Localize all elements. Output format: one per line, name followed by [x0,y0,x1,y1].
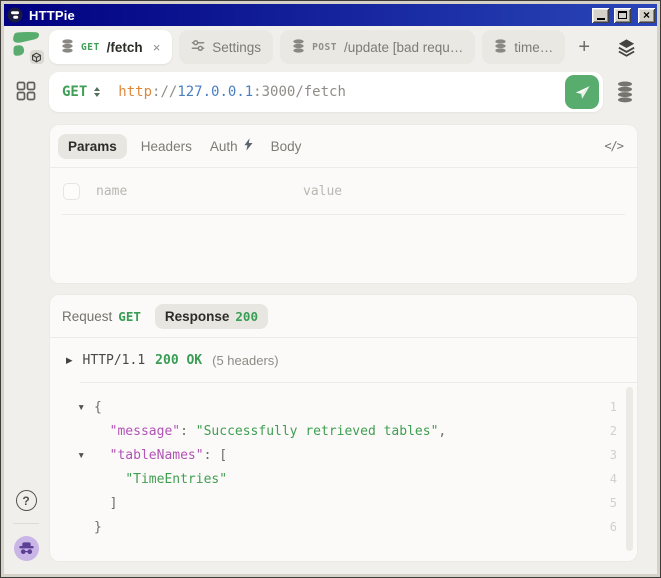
tab-headers[interactable]: Headers [137,134,196,159]
response-panel: Request GET Response 200 ▶ HTTP/1.1 200 … [49,294,638,562]
tab-response[interactable]: Response 200 [155,304,268,329]
expand-headers-icon[interactable]: ▶ [66,355,73,366]
json-line-3: ▼ "tableNames": [ 3 [50,443,637,467]
tab-params[interactable]: Params [58,134,127,159]
user-avatar-incognito-icon[interactable] [14,536,39,561]
tab-method-label: POST [312,42,337,53]
tab-get-fetch[interactable]: GET /fetch × [49,30,172,64]
response-body: ▼ { 1 "message": "Successfully retrieved… [50,383,637,539]
tab-auth[interactable]: Auth [206,133,257,159]
param-checkbox[interactable] [63,183,80,200]
minimize-icon [597,18,605,20]
updown-arrows-icon [94,87,100,97]
method-dropdown[interactable]: GET [62,84,100,100]
tab-title: Settings [212,40,261,55]
lightning-bolt-icon [244,138,253,154]
response-status-line: ▶ HTTP/1.1 200 OK (5 headers) [50,338,637,382]
tab-request[interactable]: Request GET [58,304,145,329]
status-code: 200 OK [155,353,202,368]
json-line-4: "TimeEntries" 4 [50,467,637,491]
database-icon [494,39,507,56]
send-button[interactable] [565,75,599,109]
fold-toggle-icon[interactable]: ▼ [77,450,94,460]
response-panel-tabs: Request GET Response 200 [50,295,637,337]
json-line-6: } 6 [50,515,637,539]
app-body: ? GET /fetch × Settings [4,26,657,574]
close-window-button[interactable]: × [638,8,655,23]
left-rail: ? [4,26,48,574]
tab-settings[interactable]: Settings [179,30,273,64]
httpie-window-icon [7,7,23,23]
rail-divider [13,523,39,524]
divider [62,214,625,215]
code-view-icon[interactable]: </> [604,139,623,153]
help-icon[interactable]: ? [16,490,37,511]
tab-title: time… [514,40,553,55]
maximize-icon [618,11,627,19]
app-window: HTTPie × ? [0,0,661,578]
headers-count: (5 headers) [212,353,278,368]
layers-icon[interactable] [617,38,638,57]
method-value: GET [62,84,87,100]
tab-method-label: GET [81,42,100,53]
tab-bar: GET /fetch × Settings POST /update [bad … [49,30,638,64]
tab-body[interactable]: Body [267,134,306,159]
maximize-button[interactable] [614,8,631,23]
settings-sliders-icon [191,39,205,55]
url-input[interactable]: http://127.0.0.1:3000/fetch [118,84,565,100]
tab-time[interactable]: time… [482,30,565,64]
request-panel: Params Headers Auth Body </> name value [49,124,638,284]
database-stack-icon[interactable] [612,81,638,103]
json-line-5: ] 5 [50,491,637,515]
response-scrollbar[interactable] [626,387,633,551]
new-tab-button[interactable]: + [572,37,596,57]
json-line-1: ▼ { 1 [50,395,637,419]
database-icon [292,39,305,56]
param-value-input[interactable]: value [303,184,342,199]
param-name-input[interactable]: name [96,184,303,199]
database-icon [61,39,74,56]
workspace-grid-icon[interactable] [16,81,36,101]
tab-title: /fetch [107,40,143,55]
http-version: HTTP/1.1 [83,353,146,368]
request-panel-tabs: Params Headers Auth Body </> [50,125,637,167]
httpie-logo [10,29,43,63]
tab-post-update[interactable]: POST /update [bad requ… [280,30,475,64]
close-tab-icon[interactable]: × [153,41,161,54]
fold-toggle-icon[interactable]: ▼ [77,402,94,412]
param-row: name value [50,168,637,214]
url-row: GET http://127.0.0.1:3000/fetch [49,72,638,112]
main-content: GET /fetch × Settings POST /update [bad … [48,26,657,574]
json-line-2: "message": "Successfully retrieved table… [50,419,637,443]
window-title: HTTPie [27,8,587,23]
window-titlebar: HTTPie × [4,4,657,26]
url-input-box: GET http://127.0.0.1:3000/fetch [49,72,603,112]
tab-title: /update [bad requ… [344,40,463,55]
minimize-button[interactable] [592,8,609,23]
package-badge-icon [28,48,46,66]
